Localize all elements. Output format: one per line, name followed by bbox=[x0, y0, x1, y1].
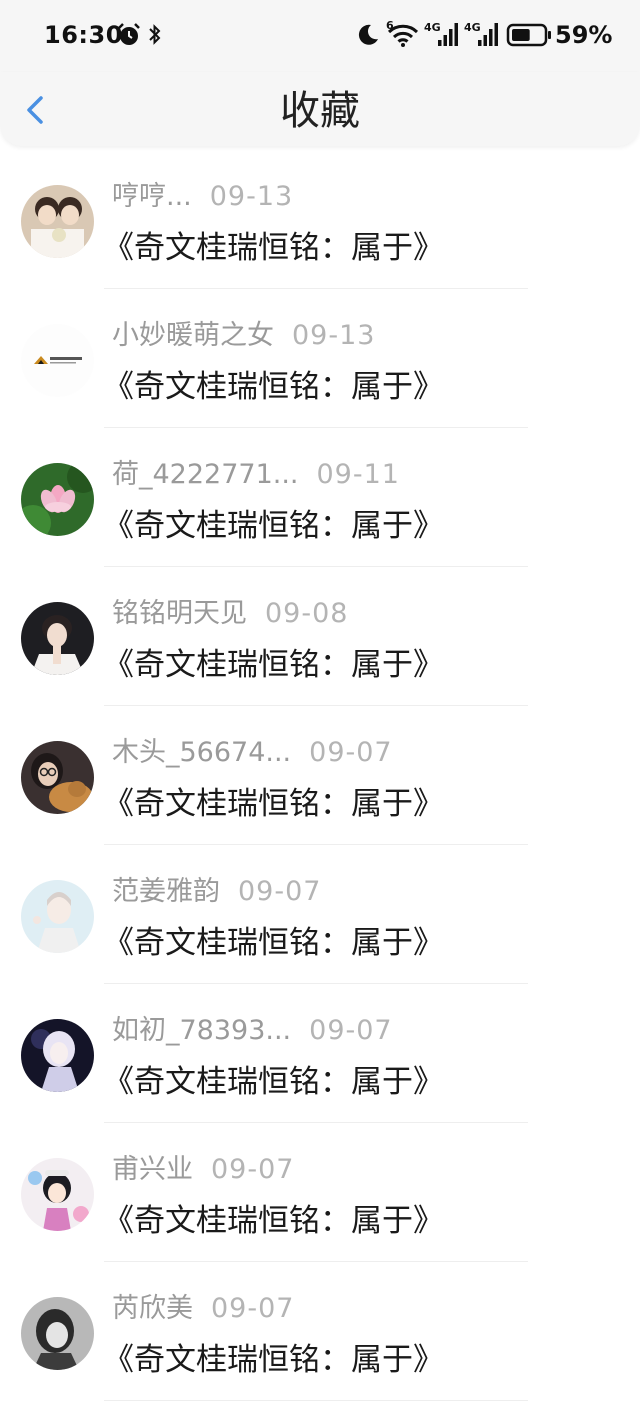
page-title: 收藏 bbox=[280, 88, 360, 134]
username: 铭铭明天见 bbox=[112, 598, 247, 629]
item-meta: 哼哼... 09-13 bbox=[112, 180, 293, 214]
list-item[interactable]: 范姜雅韵 09-07 《奇文桂瑞恒铭：属于》 bbox=[0, 845, 640, 984]
cellular-signal-icon: 4G bbox=[424, 20, 460, 52]
item-title: 《奇文桂瑞恒铭：属于》 bbox=[103, 230, 444, 266]
do-not-disturb-moon-icon bbox=[356, 22, 380, 52]
list-item[interactable]: 木头_56674... 09-07 《奇文桂瑞恒铭：属于》 bbox=[0, 706, 640, 845]
item-title: 《奇文桂瑞恒铭：属于》 bbox=[103, 925, 444, 961]
item-meta: 范姜雅韵 09-07 bbox=[112, 875, 321, 909]
username: 小妙暖萌之女 bbox=[112, 320, 274, 351]
list-item[interactable]: 铭铭明天见 09-08 《奇文桂瑞恒铭：属于》 bbox=[0, 567, 640, 706]
alarm-clock-icon bbox=[116, 22, 142, 52]
status-time: 16:30 bbox=[44, 21, 123, 49]
wifi-label: 6 bbox=[386, 19, 394, 32]
item-meta: 小妙暖萌之女 09-13 bbox=[112, 319, 375, 353]
item-date: 09-07 bbox=[238, 876, 322, 907]
item-meta: 铭铭明天见 09-08 bbox=[112, 597, 348, 631]
item-meta: 荷_4222771... 09-11 bbox=[112, 458, 400, 492]
item-date: 09-07 bbox=[211, 1154, 295, 1185]
item-date: 09-13 bbox=[292, 320, 376, 351]
avatar[interactable] bbox=[21, 1019, 94, 1092]
item-title: 《奇文桂瑞恒铭：属于》 bbox=[103, 508, 444, 544]
item-date: 09-07 bbox=[309, 1015, 393, 1046]
item-title: 《奇文桂瑞恒铭：属于》 bbox=[103, 1203, 444, 1239]
username: 如初_78393... bbox=[112, 1015, 292, 1046]
username: 甫兴业 bbox=[112, 1154, 193, 1185]
battery-percent: 59% bbox=[555, 21, 613, 49]
list-item[interactable]: 哼哼... 09-13 《奇文桂瑞恒铭：属于》 bbox=[0, 150, 640, 289]
username: 荷_4222771... bbox=[112, 459, 299, 490]
battery-fill bbox=[512, 29, 530, 41]
username: 范姜雅韵 bbox=[112, 876, 220, 907]
item-date: 09-11 bbox=[316, 459, 400, 490]
item-meta: 芮欣美 09-07 bbox=[112, 1292, 294, 1326]
favorites-list: 哼哼... 09-13 《奇文桂瑞恒铭：属于》 小妙暖萌之女 09-13 《奇文桂瑞… bbox=[0, 150, 640, 1401]
item-date: 09-07 bbox=[211, 1293, 295, 1324]
item-title: 《奇文桂瑞恒铭：属于》 bbox=[103, 1342, 444, 1378]
avatar[interactable] bbox=[21, 185, 94, 258]
list-item[interactable]: 芮欣美 09-07 《奇文桂瑞恒铭：属于》 bbox=[0, 1262, 640, 1401]
item-date: 09-07 bbox=[309, 737, 393, 768]
avatar[interactable] bbox=[21, 741, 94, 814]
avatar[interactable] bbox=[21, 1297, 94, 1370]
battery-icon bbox=[506, 22, 552, 52]
cellular-signal-icon: 4G bbox=[464, 20, 500, 52]
nav-header: 收藏 bbox=[0, 72, 640, 146]
network-type-label: 4G bbox=[424, 21, 441, 34]
avatar[interactable] bbox=[21, 1158, 94, 1231]
item-date: 09-08 bbox=[265, 598, 349, 629]
status-bar: 16:30 6 4G 4G 59% bbox=[0, 0, 640, 72]
wifi-icon: 6 bbox=[386, 20, 420, 52]
avatar[interactable] bbox=[21, 324, 94, 397]
item-date: 09-13 bbox=[209, 181, 294, 212]
list-item[interactable]: 甫兴业 09-07 《奇文桂瑞恒铭：属于》 bbox=[0, 1123, 640, 1262]
item-title: 《奇文桂瑞恒铭：属于》 bbox=[103, 647, 444, 683]
username: 芮欣美 bbox=[112, 1293, 193, 1324]
item-meta: 如初_78393... 09-07 bbox=[112, 1014, 393, 1048]
item-meta: 甫兴业 09-07 bbox=[112, 1153, 294, 1187]
item-title: 《奇文桂瑞恒铭：属于》 bbox=[103, 1064, 444, 1100]
item-meta: 木头_56674... 09-07 bbox=[112, 736, 393, 770]
username: 木头_56674... bbox=[112, 737, 292, 768]
item-title: 《奇文桂瑞恒铭：属于》 bbox=[103, 786, 444, 822]
list-item[interactable]: 小妙暖萌之女 09-13 《奇文桂瑞恒铭：属于》 bbox=[0, 289, 640, 428]
item-title: 《奇文桂瑞恒铭：属于》 bbox=[103, 369, 444, 405]
avatar[interactable] bbox=[21, 880, 94, 953]
avatar[interactable] bbox=[21, 602, 94, 675]
username: 哼哼... bbox=[112, 181, 192, 212]
network-type-label: 4G bbox=[464, 21, 481, 34]
avatar[interactable] bbox=[21, 463, 94, 536]
bluetooth-icon bbox=[146, 22, 164, 52]
list-item[interactable]: 荷_4222771... 09-11 《奇文桂瑞恒铭：属于》 bbox=[0, 428, 640, 567]
list-item[interactable]: 如初_78393... 09-07 《奇文桂瑞恒铭：属于》 bbox=[0, 984, 640, 1123]
